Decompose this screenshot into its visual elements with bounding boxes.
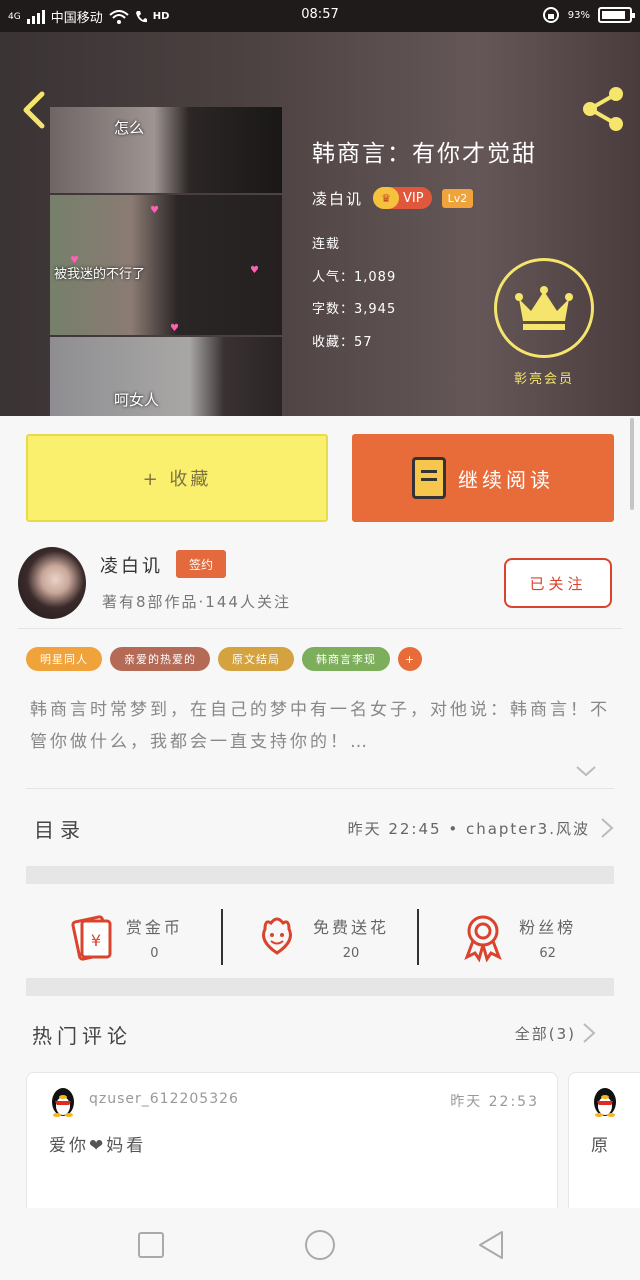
all-comments-link[interactable]: 全部(3)	[515, 1022, 596, 1044]
avatar[interactable]	[18, 547, 86, 619]
popularity: 人气：1,089	[312, 270, 397, 285]
qq-penguin-icon	[594, 1088, 616, 1117]
tag[interactable]: 亲爱的热爱的	[110, 647, 210, 671]
divider	[26, 788, 614, 789]
flower-icon	[262, 917, 292, 955]
cover-panel: 呵女人	[50, 337, 282, 416]
word-count: 字数：3,945	[312, 302, 397, 317]
continue-reading-label: 继续阅读	[458, 467, 554, 492]
section-separator	[26, 866, 614, 884]
latest-chapter: 昨天 22:45 • chapter3.风波	[348, 817, 614, 839]
vip-badge: ♛ VIP	[373, 187, 432, 209]
scrollbar[interactable]	[630, 418, 634, 510]
hot-comments-title: 热门评论	[32, 1024, 132, 1048]
continue-reading-button[interactable]: 继续阅读	[352, 434, 614, 522]
comment-text: 爱你❤妈看	[49, 1136, 147, 1156]
author-name[interactable]: 凌白讥	[100, 552, 163, 578]
more-tags-button[interactable]: +	[398, 647, 422, 671]
author-name[interactable]: 凌白讥	[312, 188, 363, 209]
toc-title: 目录	[34, 817, 86, 842]
battery-icon	[598, 7, 635, 23]
tag[interactable]: 韩商言李现	[302, 647, 390, 671]
cover-caption: 呵女人	[114, 391, 160, 409]
fan-ranking-button[interactable]: 粉丝榜 62	[417, 909, 614, 965]
square-icon[interactable]	[134, 1228, 168, 1262]
favorites-count: 收藏：57	[312, 335, 373, 350]
follow-button[interactable]: 已关注	[504, 558, 612, 608]
tag[interactable]: 明星同人	[26, 647, 102, 671]
clock: 08:57	[301, 7, 339, 22]
crown-icon	[515, 286, 573, 330]
collect-button[interactable]: + 收藏	[26, 434, 328, 522]
comment-text: 原	[591, 1136, 611, 1156]
member-label: 彰亮会员	[513, 372, 574, 387]
comment-card[interactable]: qzuser_612205326 昨天 22:53 爱你❤妈看	[26, 1072, 558, 1208]
member-button[interactable]	[494, 258, 594, 358]
tag-list: 明星同人 亲爱的热爱的 原文结局 韩商言李现 +	[26, 647, 422, 671]
circle-icon[interactable]	[303, 1228, 337, 1262]
red-envelope-icon: ¥	[71, 915, 112, 961]
tip-coins-button[interactable]: ¥ 赏金币 0	[26, 884, 221, 990]
comment-user: qzuser_612205326	[89, 1091, 239, 1107]
section-separator	[26, 978, 614, 996]
chevron-left-icon[interactable]	[18, 90, 48, 130]
signed-badge: 签约	[176, 550, 226, 578]
chevron-down-icon[interactable]	[574, 761, 598, 781]
tag[interactable]: 原文结局	[218, 647, 294, 671]
chevron-right-icon	[601, 818, 614, 838]
cover-panel: ♥ ♥ ♥ ♥ 被我迷的不行了	[50, 195, 282, 335]
crown-icon: ♛	[373, 187, 400, 209]
book-detail: + 收藏 继续阅读 凌白讥 签约 著有8部作品·144人关注 已关注 明星同人 …	[0, 416, 640, 1208]
system-nav-bar	[0, 1208, 640, 1280]
send-flower-button[interactable]: 免费送花 20	[220, 909, 418, 965]
book-cover[interactable]: 怎么 ♥ ♥ ♥ ♥ 被我迷的不行了 呵女人	[50, 107, 282, 416]
rosette-icon	[464, 915, 502, 963]
author-stats: 著有8部作品·144人关注	[102, 593, 291, 611]
level-badge: Lv2	[441, 188, 474, 208]
triangle-back-icon[interactable]	[474, 1228, 508, 1262]
cover-panel: 怎么	[50, 107, 282, 193]
share-icon[interactable]	[578, 84, 628, 134]
stat-label: 免费送花	[313, 917, 390, 937]
stat-label: 粉丝榜	[519, 917, 577, 937]
lock-rotation-icon	[542, 7, 559, 23]
stat-value: 62	[539, 945, 556, 961]
serial-status: 连载	[312, 237, 341, 252]
cover-caption: 被我迷的不行了	[54, 267, 146, 282]
battery-percent: 93%	[567, 9, 590, 21]
book-title: 韩商言：有你才觉甜	[312, 141, 537, 167]
chevron-right-icon	[583, 1023, 596, 1043]
qq-penguin-icon	[52, 1088, 74, 1117]
reward-stats: ¥ 赏金币 0 免费送花 20 粉丝榜 62	[26, 884, 614, 990]
divider	[18, 628, 622, 629]
comment-time: 昨天 22:53	[450, 1094, 539, 1110]
stat-label: 赏金币	[125, 917, 183, 937]
svg-text:¥: ¥	[91, 931, 101, 950]
stat-value: 20	[342, 945, 360, 961]
book-header: 怎么 ♥ ♥ ♥ ♥ 被我迷的不行了 呵女人 韩商言：有你才觉甜 凌白讥 ♛ V…	[0, 32, 640, 416]
stat-value: 0	[150, 945, 159, 961]
book-description: 韩商言时常梦到，在自己的梦中有一名女子，对他说：韩商言！不管你做什么，我都会一直…	[30, 700, 610, 752]
cover-caption: 怎么	[114, 119, 145, 137]
status-bar: 4G 中国移动 HD 08:57 93%	[0, 0, 640, 32]
book-icon	[412, 457, 446, 499]
table-of-contents-row[interactable]: 目录 昨天 22:45 • chapter3.风波	[26, 790, 614, 866]
comment-card[interactable]: 原	[568, 1072, 640, 1208]
author-row: 凌白讥 ♛ VIP Lv2	[312, 187, 474, 209]
